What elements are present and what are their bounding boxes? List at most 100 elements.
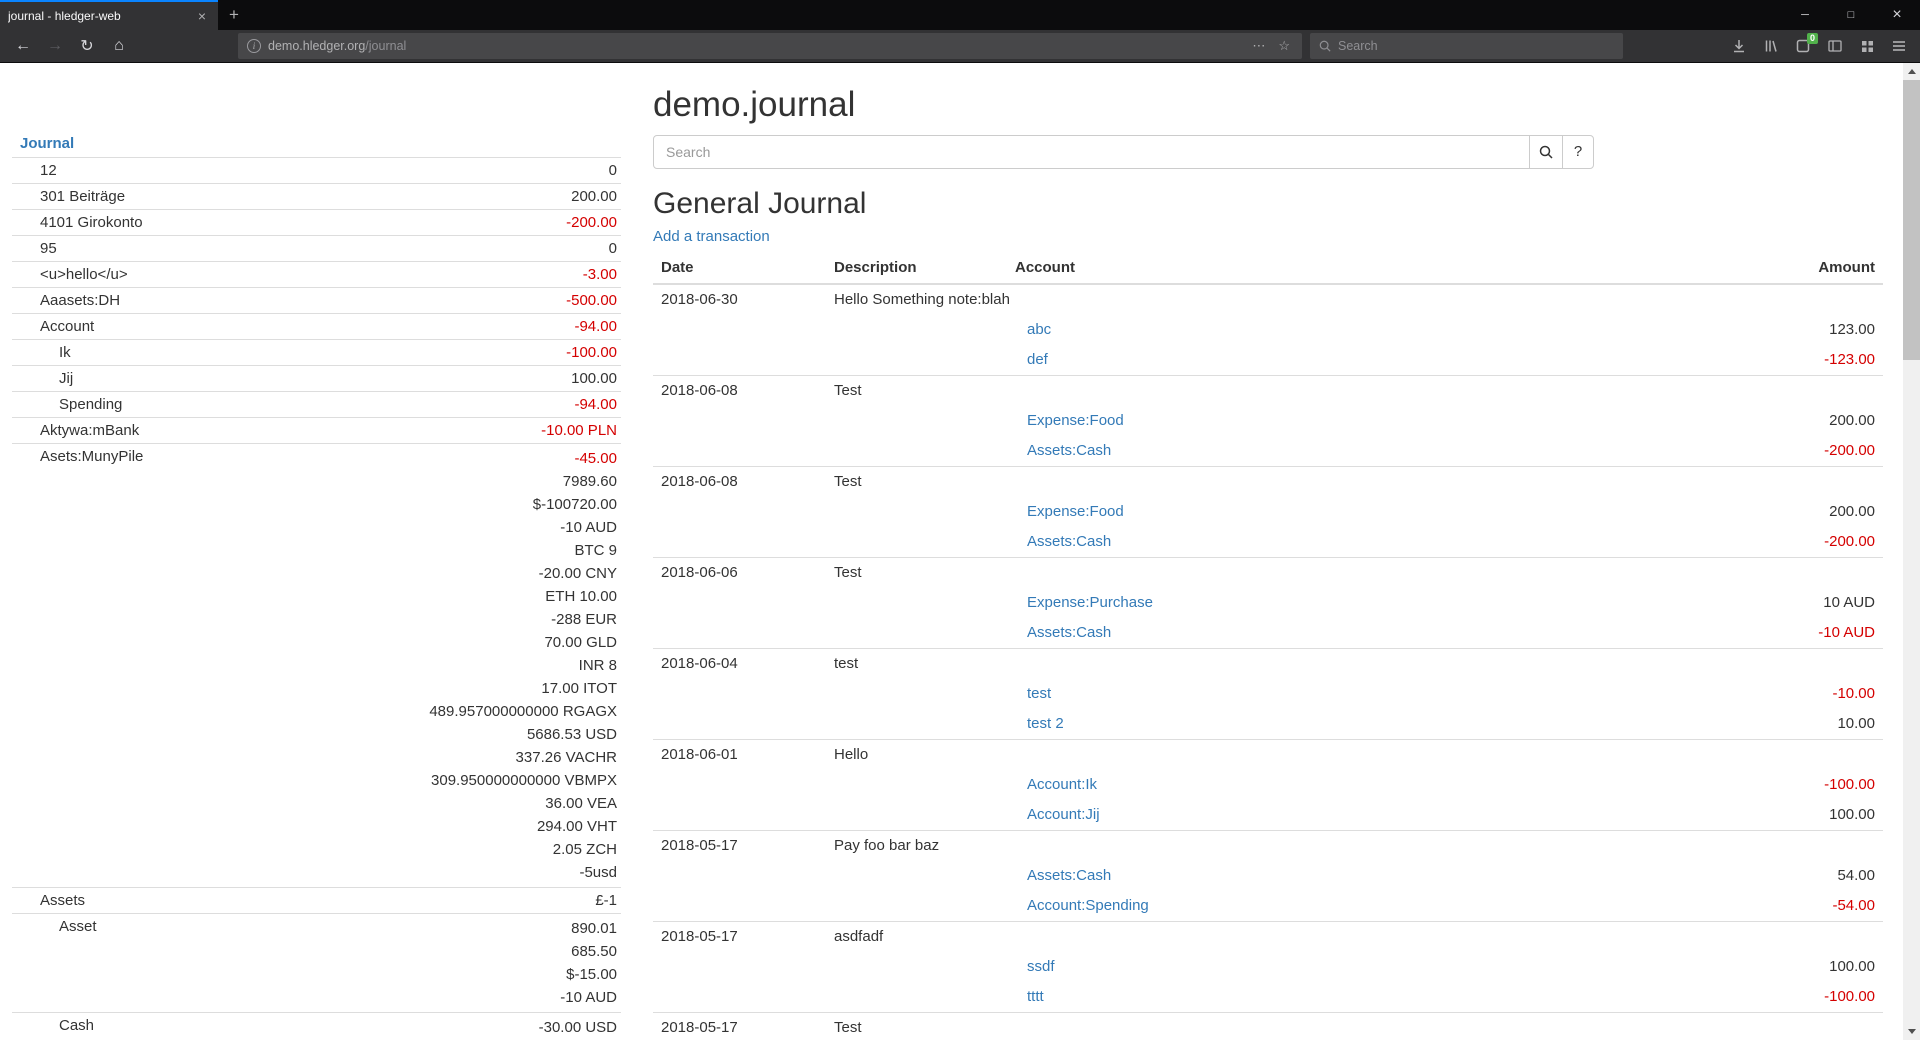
posting-account-link[interactable]: Assets:Cash [1027,533,1111,550]
window-controls: ─ □ × [1782,0,1920,30]
sidebar-account-link[interactable]: Account [40,318,94,335]
sidebar-account-link[interactable]: Jij [59,370,73,387]
apps-button[interactable] [1854,33,1880,59]
add-transaction-link[interactable]: Add a transaction [653,228,770,245]
reload-button[interactable]: ↻ [72,33,102,59]
home-button[interactable]: ⌂ [104,33,134,59]
sidebar-account-link[interactable]: 12 [40,162,57,179]
posting-account-link[interactable]: test [1027,685,1051,702]
column-header-amount: Amount [1583,253,1883,284]
transaction-description: Hello Something note:blah [826,284,1883,315]
posting-account-link[interactable]: Expense:Food [1027,503,1124,520]
posting-account-link[interactable]: Account:Ik [1027,776,1097,793]
posting-amount: 10.00 [1583,709,1883,740]
help-button[interactable]: ? [1562,135,1594,169]
maximize-button[interactable]: □ [1828,0,1874,30]
sidebar-amount: 7989.60 [264,470,617,493]
sidebar-account-link[interactable]: Cash [59,1017,94,1034]
sidebar-account-row: Aktywa:mBank-10.00 PLN [12,418,621,444]
sidebar-toggle-button[interactable] [1822,33,1848,59]
sidebar-amount: -94.00 [264,395,617,414]
sidebar-amount: -94.00 [264,317,617,336]
sidebar-account-link[interactable]: Assets [40,892,85,909]
page-scrollbar[interactable] [1903,63,1920,1040]
posting-account-link[interactable]: Account:Spending [1027,897,1149,914]
sidebar-account-link[interactable]: Spending [59,396,122,413]
sidebar-account-link[interactable]: Aaasets:DH [40,292,120,309]
posting-account-link[interactable]: Assets:Cash [1027,442,1111,459]
forward-button[interactable]: → [40,33,70,59]
posting-amount: -100.00 [1583,770,1883,800]
transaction-date: 2018-06-08 [653,466,826,497]
extension-button[interactable]: 0 [1790,33,1816,59]
sidebar-amount: 2.05 ZCH [264,838,617,861]
posting-account-link[interactable]: Expense:Food [1027,412,1124,429]
back-button[interactable]: ← [8,33,38,59]
sidebar-account-row: 120 [12,158,621,184]
toolbar-search[interactable]: Search [1310,33,1623,59]
column-header-date: Date [653,253,826,284]
menu-button[interactable] [1886,33,1912,59]
new-tab-button[interactable]: + [218,0,250,30]
sidebar-account-link[interactable]: Asets:MunyPile [40,448,143,465]
sidebar-account-link[interactable]: Asset [59,918,97,935]
posting-row: Assets:Cash54.00 [653,861,1883,891]
search-submit-button[interactable] [1529,135,1563,169]
url-path: /journal [365,39,406,53]
minimize-button[interactable]: ─ [1782,0,1828,30]
sidebar-account-link[interactable]: <u>hello</u> [40,266,128,283]
page-actions-icon[interactable]: ⋯ [1249,38,1268,54]
posting-account-link[interactable]: ssdf [1027,958,1055,975]
transaction-description: Test [826,375,1883,406]
transaction-date: 2018-06-06 [653,557,826,588]
transaction-description: asdfadf [826,921,1883,952]
posting-account-link[interactable]: Expense:Purchase [1027,594,1153,611]
sidebar-account-link[interactable]: Ik [59,344,71,361]
tab-close-icon[interactable]: × [194,8,210,24]
posting-row: tttt-100.00 [653,982,1883,1013]
posting-amount: -10 AUD [1583,618,1883,649]
downloads-button[interactable] [1726,33,1752,59]
posting-amount: 200.00 [1583,497,1883,527]
sidebar-amount: 685.50 [264,940,617,963]
sidebar-account-link[interactable]: 4101 Girokonto [40,214,143,231]
browser-tab[interactable]: journal - hledger-web × [0,0,218,30]
posting-amount: -200.00 [1583,527,1883,558]
posting-account-link[interactable]: tttt [1027,988,1044,1005]
sidebar-account-link[interactable]: 95 [40,240,57,257]
library-button[interactable] [1758,33,1784,59]
accounts-sidebar: Journal 120301 Beiträge200.004101 Giroko… [12,130,621,1040]
posting-row: Account:Jij100.00 [653,800,1883,831]
scroll-up-button[interactable] [1903,63,1920,80]
window-close-button[interactable]: × [1874,0,1920,30]
extension-badge: 0 [1807,33,1818,44]
posting-account-link[interactable]: Assets:Cash [1027,624,1111,641]
sidebar-account-link[interactable]: 301 Beiträge [40,188,125,205]
posting-account-link[interactable]: test 2 [1027,715,1064,732]
posting-account-link[interactable]: Account:Jij [1027,806,1100,823]
sidebar-account-row: Account -94.00 [12,314,621,340]
posting-account-link[interactable]: abc [1027,321,1051,338]
posting-account-link[interactable]: def [1027,351,1048,368]
posting-account-link[interactable]: Assets:Cash [1027,867,1111,884]
transaction-description: Test [826,466,1883,497]
scrollbar-thumb[interactable] [1903,80,1920,360]
sidebar-account-row: 950 [12,236,621,262]
sidebar-journal-link[interactable]: Journal [20,135,74,152]
sidebar-rows: 120301 Beiträge200.004101 Girokonto-200.… [12,158,621,1040]
posting-amount: -123.00 [1583,345,1883,376]
scroll-down-button[interactable] [1903,1023,1920,1040]
sidebar-amount: $-15.00 [264,963,617,986]
sidebar-account-row: Spending -94.00 [12,392,621,418]
transaction-row: 2018-06-08Test [653,375,1883,406]
sidebar-amount: 17.00 ITOT [264,677,617,700]
sidebar-account-link[interactable]: Aktywa:mBank [40,422,139,439]
posting-row: ssdf100.00 [653,952,1883,982]
url-bar[interactable]: i demo.hledger.org/journal ⋯ ☆ [238,33,1302,59]
bookmark-star-icon[interactable]: ☆ [1275,38,1293,54]
site-info-icon[interactable]: i [247,39,261,53]
posting-amount: 200.00 [1583,406,1883,436]
search-input[interactable] [653,135,1530,169]
sidebar-amount: -10 AUD [264,516,617,539]
page-title: demo.journal [653,86,1883,125]
